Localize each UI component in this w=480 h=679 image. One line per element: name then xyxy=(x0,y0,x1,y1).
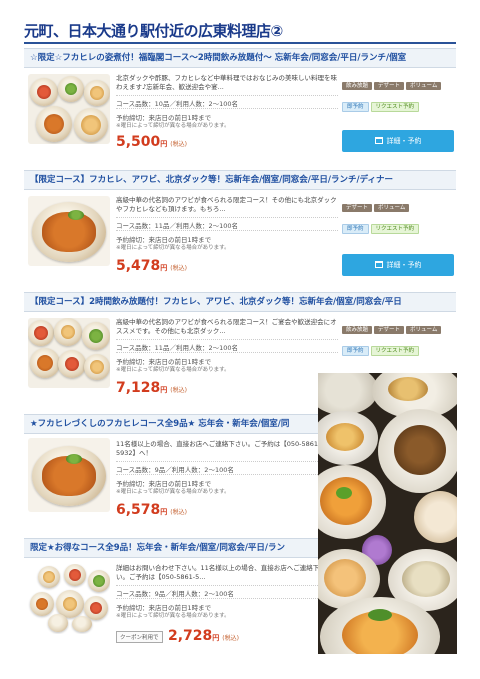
course-description: 詳細はお問い合わせ下さい。11名様以上の場合、直接お店へご連絡下さい。ご予約は【… xyxy=(116,564,326,581)
divider xyxy=(116,352,338,353)
price-tax: (税込) xyxy=(170,265,187,272)
course-photo[interactable] xyxy=(28,564,110,634)
divider xyxy=(116,95,338,96)
tag: 即予約 xyxy=(342,102,369,112)
course-tags: デザート ボリューム 即予約 リクエスト予約 xyxy=(342,194,456,237)
title-divider xyxy=(24,42,456,44)
detail-reserve-button[interactable]: 詳細・予約 xyxy=(342,254,454,276)
tag: 即予約 xyxy=(342,346,369,356)
divider xyxy=(116,461,338,462)
button-label: 詳細・予約 xyxy=(386,137,422,145)
tag: リクエスト予約 xyxy=(370,102,420,112)
food-photo-collage xyxy=(318,373,457,654)
divider xyxy=(116,339,338,340)
deadline-note: ※曜日によって締切が異なる場合があります。 xyxy=(116,367,230,373)
course-description: 北京ダックや酢豚、フカヒレなど中華料理ではおなじみの美味しい料理を味わえます♪忘… xyxy=(116,74,337,91)
course-count: コース品数：11品／利用人数：2～100名 xyxy=(116,222,238,230)
course-title-link[interactable]: ☆限定☆フカヒレの姿煮付！福臨閣コース～2時間飲み放題付～ 忘新年会/同窓会/平… xyxy=(24,48,456,68)
course-photo[interactable] xyxy=(28,318,110,388)
tag: ボリューム xyxy=(406,326,442,334)
page-title: 元町、日本大通り駅付近の広東料理店② xyxy=(24,22,283,40)
deadline-note: ※曜日によって締切が異なる場合があります。 xyxy=(116,613,230,619)
deadline-note: ※曜日によって締切が異なる場合があります。 xyxy=(116,245,230,251)
detail-reserve-button[interactable]: 詳細・予約 xyxy=(342,130,454,152)
deadline-note: ※曜日によって締切が異なる場合があります。 xyxy=(116,489,230,495)
tag: リクエスト予約 xyxy=(370,346,420,356)
course-description: 高級中華の代名詞のアワビが食べられる限定コース！ご宴会や歓送迎会にオススメです。… xyxy=(116,318,337,335)
calendar-icon xyxy=(374,136,383,144)
price-yen: 円 xyxy=(160,508,168,516)
course-title-link[interactable]: 【限定コース】フカヒレ、アワビ、北京ダック等！忘新年会/個室/同窓会/平日/ラン… xyxy=(24,170,456,190)
divider xyxy=(116,230,338,231)
course-price: 2,728円 (税込) xyxy=(168,628,239,644)
tag: 飲み放題 xyxy=(342,326,373,334)
course-count: コース品数：10品／利用人数：2～100名 xyxy=(116,100,238,108)
tag: ボリューム xyxy=(406,82,442,90)
price-yen: 円 xyxy=(160,140,168,148)
course-description: 高級中華の代名詞のアワビが食べられる限定コース！その他にも北京ダックやフカヒレな… xyxy=(116,196,337,213)
price-value: 2,728 xyxy=(168,628,213,644)
course-count: コース品数：9品／利用人数：2～100名 xyxy=(116,590,234,598)
price-tax: (税込) xyxy=(170,387,187,394)
price-yen: 円 xyxy=(212,634,220,642)
course-tags: 飲み放題 デザート ボリューム 即予約 リクエスト予約 xyxy=(342,72,456,115)
course-price: 6,578円 (税込) xyxy=(116,502,187,518)
price-tax: (税込) xyxy=(170,141,187,148)
course-count: コース品数：9品／利用人数：2～100名 xyxy=(116,466,234,474)
course-count: コース品数：11品／利用人数：2～100名 xyxy=(116,344,238,352)
price-yen: 円 xyxy=(160,386,168,394)
divider xyxy=(116,474,338,475)
course-tags: 飲み放題 デザート ボリューム 即予約 リクエスト予約 xyxy=(342,316,456,359)
course-card: 【限定コース】フカヒレ、アワビ、北京ダック等！忘新年会/個室/同窓会/平日/ラン… xyxy=(24,170,456,282)
course-photo[interactable] xyxy=(28,438,110,512)
course-price: 5,500円 (税込) xyxy=(116,134,187,150)
tag: 即予約 xyxy=(342,224,369,234)
price-tax: (税込) xyxy=(170,509,187,516)
divider xyxy=(116,108,338,109)
course-price: 7,128円 (税込) xyxy=(116,380,187,396)
divider xyxy=(116,598,338,599)
tag: デザート xyxy=(342,204,373,212)
course-title-link[interactable]: 【限定コース】2時間飲み放題付！フカヒレ、アワビ、北京ダック等！忘新年会/個室/… xyxy=(24,292,456,312)
price-value: 6,578 xyxy=(116,502,161,518)
course-description: 11名様以上の場合、直接お店へご連絡下さい。ご予約は【050-5861-5932… xyxy=(116,440,321,457)
tag: デザート xyxy=(374,326,405,334)
price-value: 5,500 xyxy=(116,134,161,150)
tag: ボリューム xyxy=(374,204,410,212)
price-value: 5,478 xyxy=(116,258,161,274)
divider xyxy=(116,585,338,586)
divider xyxy=(116,217,338,218)
price-value: 7,128 xyxy=(116,380,161,396)
calendar-icon xyxy=(374,260,383,268)
course-card: ☆限定☆フカヒレの姿煮付！福臨閣コース～2時間飲み放題付～ 忘新年会/同窓会/平… xyxy=(24,48,456,158)
course-price: 5,478円 (税込) xyxy=(116,258,187,274)
price-tax: (税込) xyxy=(222,635,239,642)
tag: リクエスト予約 xyxy=(370,224,420,234)
tag: 飲み放題 xyxy=(342,82,373,90)
course-photo[interactable] xyxy=(28,74,110,144)
tag: デザート xyxy=(374,82,405,90)
coupon-label: クーポン利用で xyxy=(116,631,163,643)
course-photo[interactable] xyxy=(28,196,110,266)
price-yen: 円 xyxy=(160,264,168,272)
deadline-note: ※曜日によって締切が異なる場合があります。 xyxy=(116,123,230,129)
button-label: 詳細・予約 xyxy=(386,261,422,269)
